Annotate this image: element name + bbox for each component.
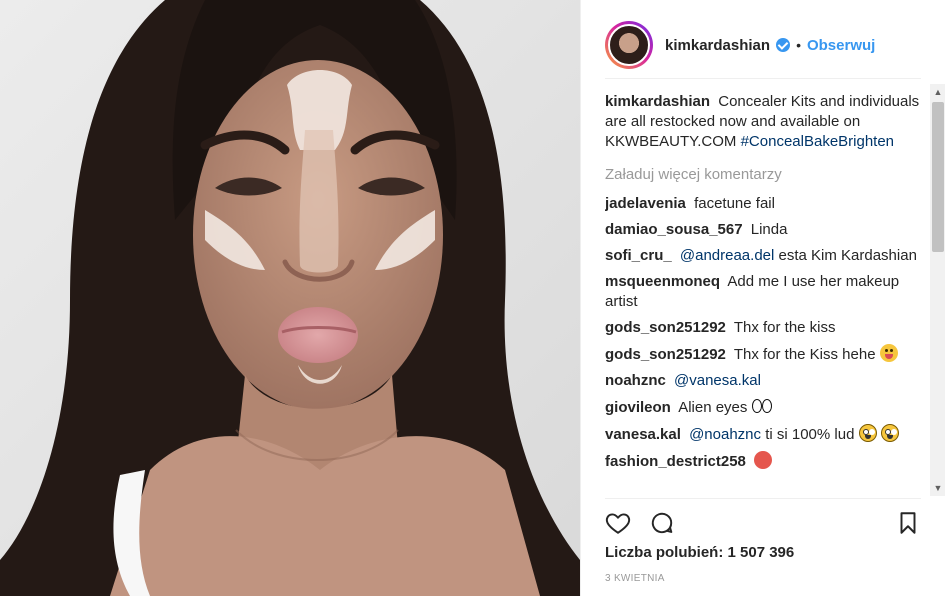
comment-username[interactable]: gods_son251292 xyxy=(605,346,726,363)
portrait-image xyxy=(0,0,580,596)
comment-text: facetune fail xyxy=(694,195,775,212)
comment-username[interactable]: jadelavenia xyxy=(605,195,686,212)
comment-text: esta Kim Kardashian xyxy=(778,247,917,264)
comment-item: giovileon Alien eyes xyxy=(605,397,923,418)
verified-badge-icon xyxy=(776,38,791,52)
comment-mention[interactable]: @noahznc xyxy=(689,426,761,443)
likes-count[interactable]: Liczba polubień: 1 507 396 xyxy=(605,544,794,561)
comment-item: sofi_cru_ @andreaa.del esta Kim Kardashi… xyxy=(605,246,923,266)
separator-dot: • xyxy=(796,37,801,53)
post-photo[interactable] xyxy=(0,0,580,596)
comment-mention[interactable]: @andreaa.del xyxy=(680,247,774,264)
load-more-comments-button[interactable]: Załaduj więcej komentarzy xyxy=(605,166,923,183)
comment-bubble-icon[interactable] xyxy=(649,510,675,536)
caption: kimkardashian Concealer Kits and individ… xyxy=(605,92,923,152)
emoji-astonished-icon xyxy=(880,424,899,442)
comment-username[interactable]: gods_son251292 xyxy=(605,319,726,336)
instagram-post-view: kimkardashian • Obserwuj kimkardashian C… xyxy=(0,0,945,596)
comment-username[interactable]: fashion_destrict258 xyxy=(605,453,746,470)
emoji-astonished-icon xyxy=(858,424,877,442)
comment-username[interactable]: sofi_cru_ xyxy=(605,247,672,264)
comment-item: vanesa.kal @noahznc ti si 100% lud xyxy=(605,424,923,445)
avatar[interactable] xyxy=(605,21,653,69)
comment-username[interactable]: giovileon xyxy=(605,399,671,416)
author-username[interactable]: kimkardashian xyxy=(665,37,770,54)
emoji-eyes-icon xyxy=(751,397,772,415)
post-header: kimkardashian • Obserwuj xyxy=(605,12,921,79)
follow-button[interactable]: Obserwuj xyxy=(807,37,875,54)
post-date[interactable]: 3 KWIETNIA xyxy=(605,573,665,584)
comment-text: ti si 100% lud xyxy=(765,426,855,443)
comment-item: noahznc @vanesa.kal xyxy=(605,371,923,391)
post-side-panel: kimkardashian • Obserwuj kimkardashian C… xyxy=(580,0,945,596)
comment-mention[interactable]: @vanesa.kal xyxy=(674,372,761,389)
caption-username[interactable]: kimkardashian xyxy=(605,93,710,110)
comment-username[interactable]: vanesa.kal xyxy=(605,426,681,443)
scrollbar-thumb[interactable] xyxy=(932,102,944,252)
scroll-down-arrow-icon[interactable]: ▼ xyxy=(930,480,945,496)
comment-text: Thx for the Kiss hehe xyxy=(733,346,876,363)
comment-item: fashion_destrict258 xyxy=(605,451,923,472)
comment-item: gods_son251292 Thx for the kiss xyxy=(605,318,923,338)
comment-item: damiao_sousa_567 Linda xyxy=(605,220,923,240)
comment-username[interactable]: msqueenmoneq xyxy=(605,273,720,290)
bookmark-outline-icon[interactable] xyxy=(895,510,921,536)
comment-username[interactable]: damiao_sousa_567 xyxy=(605,221,743,238)
comments-scrollbar[interactable]: ▲ ▼ xyxy=(930,84,945,496)
comment-username[interactable]: noahznc xyxy=(605,372,666,389)
post-actions-bar xyxy=(605,498,921,547)
comment-item: jadelavenia facetune fail xyxy=(605,194,923,214)
emoji-tongue-icon xyxy=(879,344,898,362)
scroll-up-arrow-icon[interactable]: ▲ xyxy=(930,84,945,100)
heart-outline-icon[interactable] xyxy=(605,510,631,536)
comment-text: Linda xyxy=(750,221,788,238)
caption-hashtag[interactable]: #ConcealBakeBrighten xyxy=(741,133,894,150)
comment-text: Thx for the kiss xyxy=(733,319,836,336)
comment-item: msqueenmoneq Add me I use her makeup art… xyxy=(605,272,923,312)
emoji-heart-icon xyxy=(754,451,773,469)
comments-list[interactable]: kimkardashian Concealer Kits and individ… xyxy=(605,92,923,497)
comment-text: Alien eyes xyxy=(678,399,748,416)
comment-item: gods_son251292 Thx for the Kiss hehe xyxy=(605,344,923,365)
